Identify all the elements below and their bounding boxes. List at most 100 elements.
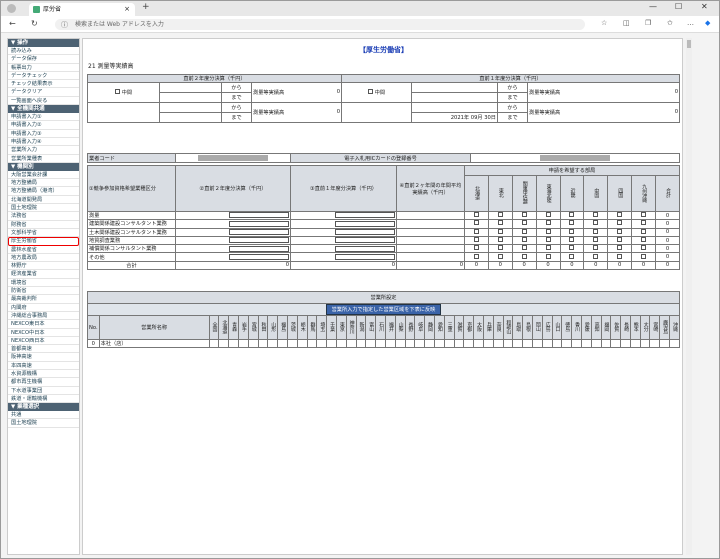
region-checkbox[interactable]	[521, 228, 527, 234]
prefecture-cell[interactable]	[629, 339, 641, 348]
region-checkbox[interactable]	[545, 245, 551, 251]
prefecture-cell[interactable]	[424, 339, 435, 348]
prefecture-cell[interactable]	[414, 339, 426, 348]
sidebar-item[interactable]: チェック結果表示	[8, 80, 79, 89]
prefecture-cell[interactable]	[238, 339, 249, 348]
sidebar-item[interactable]: 環境省	[8, 279, 79, 288]
sidebar-item[interactable]: 阪神高速	[8, 353, 79, 362]
sidebar-item[interactable]: 国土地理院	[8, 204, 79, 213]
prefecture-cell[interactable]	[316, 339, 328, 348]
address-input[interactable]: ⓘ 検索または Web アドレスを入力	[55, 19, 585, 30]
sidebar-item[interactable]: NEXCO中日本	[8, 329, 79, 337]
prev2-input[interactable]	[229, 253, 289, 260]
sidebar-item[interactable]: 厚生労働省	[8, 237, 79, 246]
prefecture-cell[interactable]	[649, 339, 661, 348]
sidebar-item[interactable]: NEXCO東日本	[8, 320, 79, 329]
collections-icon[interactable]: ❐	[645, 19, 651, 27]
sidebar-item[interactable]: 一覧画面へ戻る	[8, 97, 79, 106]
region-checkbox[interactable]	[521, 220, 527, 226]
prefecture-cell[interactable]	[551, 339, 563, 348]
region-checkbox[interactable]	[497, 253, 503, 259]
prev2-from-date[interactable]	[159, 82, 222, 93]
sidebar-item[interactable]: 申請書入力②	[8, 121, 79, 130]
sidebar-item[interactable]: 共通	[8, 411, 79, 420]
region-checkbox[interactable]	[641, 212, 647, 218]
sidebar-item[interactable]: 水資源機構	[8, 370, 79, 379]
region-checkbox[interactable]	[641, 228, 647, 234]
prev1-input[interactable]	[335, 228, 395, 235]
region-checkbox[interactable]	[473, 228, 479, 234]
sidebar-item[interactable]: 本四高速	[8, 362, 79, 370]
prev2-input[interactable]	[229, 245, 289, 252]
sidebar-item[interactable]: 申請書入力④	[8, 138, 79, 147]
company-code-field[interactable]	[175, 153, 291, 163]
prev2-to-date[interactable]	[159, 92, 222, 103]
sidebar-item[interactable]: 大阪営業会計課	[8, 171, 79, 180]
maximize-icon[interactable]: ☐	[675, 2, 682, 11]
sidebar-item[interactable]: データ保存	[8, 55, 79, 64]
browser-tab[interactable]: 厚労省 ×	[29, 3, 135, 16]
sidebar-item[interactable]: 沖縄総合事務局	[8, 312, 79, 321]
prefecture-cell[interactable]	[561, 339, 573, 348]
prefecture-cell[interactable]	[669, 339, 680, 348]
region-checkbox[interactable]	[473, 245, 479, 251]
region-checkbox[interactable]	[569, 228, 575, 234]
region-checkbox[interactable]	[617, 245, 623, 251]
sidebar-item[interactable]: 鉄道・運輸機構	[8, 395, 79, 404]
prefecture-cell[interactable]	[453, 339, 465, 348]
region-checkbox[interactable]	[473, 237, 479, 243]
close-window-icon[interactable]: ✕	[701, 2, 708, 11]
sidebar-item[interactable]: データチェック	[8, 72, 79, 81]
ic-card-field[interactable]	[470, 153, 680, 163]
region-checkbox[interactable]	[497, 212, 503, 218]
apply-office-area-button[interactable]: 営業所入力で指定した営業区域を下表に反映	[325, 304, 442, 315]
scrollbar-thumb[interactable]	[687, 40, 691, 48]
prefecture-cell[interactable]	[277, 339, 288, 348]
prefecture-cell[interactable]	[404, 339, 416, 348]
region-checkbox[interactable]	[593, 245, 599, 251]
refresh-icon[interactable]: ↻	[31, 19, 38, 28]
star-icon[interactable]: ☆	[601, 19, 607, 27]
menu-icon[interactable]: …	[687, 19, 694, 27]
region-checkbox[interactable]	[569, 237, 575, 243]
region-checkbox[interactable]	[545, 220, 551, 226]
sidebar-item[interactable]: 文部科学省	[8, 229, 79, 238]
prefecture-cell[interactable]	[257, 339, 269, 348]
copilot-icon[interactable]: ◆	[705, 19, 710, 27]
region-checkbox[interactable]	[497, 237, 503, 243]
prefecture-cell[interactable]	[590, 339, 602, 348]
region-checkbox[interactable]	[569, 253, 575, 259]
prev2-input[interactable]	[229, 228, 289, 235]
prefecture-cell[interactable]	[267, 339, 279, 348]
region-checkbox[interactable]	[593, 212, 599, 218]
prefecture-cell[interactable]	[580, 339, 592, 348]
prefecture-cell[interactable]	[365, 339, 377, 348]
prefecture-cell[interactable]	[620, 339, 631, 348]
prefecture-cell[interactable]	[218, 339, 230, 348]
region-checkbox[interactable]	[569, 220, 575, 226]
prefecture-cell[interactable]	[463, 339, 475, 348]
region-checkbox[interactable]	[473, 220, 479, 226]
prev1-to-date[interactable]	[411, 92, 498, 103]
prefecture-cell[interactable]	[541, 339, 553, 348]
region-checkbox[interactable]	[617, 237, 623, 243]
sidebar-item[interactable]: 帳票出力	[8, 64, 79, 72]
region-checkbox[interactable]	[569, 212, 575, 218]
region-checkbox[interactable]	[473, 253, 479, 259]
sidebar-item[interactable]: NEXCO西日本	[8, 337, 79, 346]
prev1-input[interactable]	[335, 237, 395, 244]
sidebar-item[interactable]: 首都高速	[8, 345, 79, 354]
prev1-mid-checkbox[interactable]	[367, 89, 373, 94]
region-checkbox[interactable]	[593, 253, 599, 259]
profile-icon[interactable]	[7, 4, 16, 13]
prev2-input[interactable]	[229, 220, 289, 227]
sidebar-item[interactable]: 地方農政局	[8, 254, 79, 263]
sidebar-item[interactable]: 林野庁	[8, 262, 79, 271]
prefecture-cell[interactable]	[287, 339, 298, 348]
prefecture-cell[interactable]	[482, 339, 494, 348]
region-checkbox[interactable]	[617, 212, 623, 218]
sidebar-item[interactable]: 都市再生機構	[8, 378, 79, 387]
region-checkbox[interactable]	[497, 220, 503, 226]
prefecture-cell[interactable]	[492, 339, 504, 348]
prev2-input[interactable]	[229, 212, 289, 219]
